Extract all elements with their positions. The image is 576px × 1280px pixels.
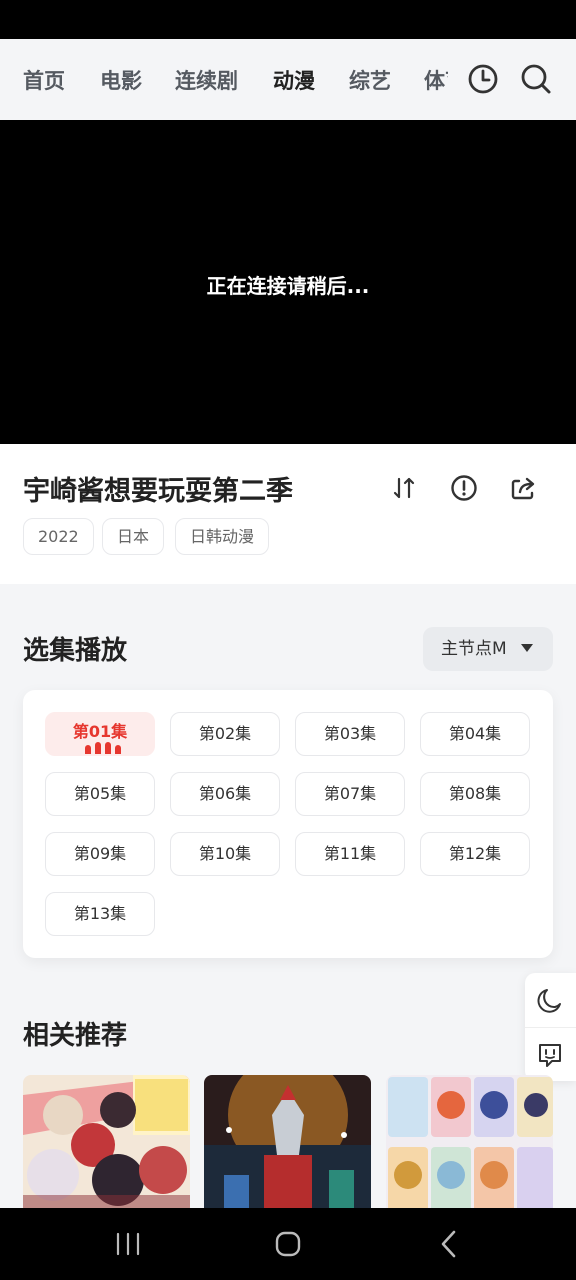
- report-icon[interactable]: [449, 473, 479, 503]
- divider: [525, 1027, 576, 1028]
- home-icon[interactable]: [270, 1226, 306, 1262]
- source-select[interactable]: 主节点M: [423, 627, 553, 671]
- share-icon[interactable]: [508, 473, 538, 503]
- episodes-section-title: 选集播放: [23, 636, 128, 666]
- recommend-poster[interactable]: [386, 1075, 553, 1215]
- episode-button[interactable]: 第06集: [170, 772, 280, 816]
- episode-button[interactable]: 第12集: [420, 832, 530, 876]
- system-nav-bar: [0, 1208, 576, 1280]
- episode-button[interactable]: 第10集: [170, 832, 280, 876]
- recommend-poster[interactable]: [204, 1075, 371, 1215]
- category-tabs: 首页 电影 连续剧 动漫 综艺 体育: [0, 39, 448, 120]
- episode-button[interactable]: 第07集: [295, 772, 405, 816]
- feedback-icon[interactable]: [535, 1040, 565, 1070]
- player-status-message: 正在连接请稍后...: [206, 274, 370, 298]
- recommend-section-title: 相关推荐: [23, 1021, 128, 1051]
- app-screen: 首页 电影 连续剧 动漫 综艺 体育 正在连接请稍后... 宇崎酱想要玩耍第二季: [0, 0, 576, 1280]
- episode-button[interactable]: 第08集: [420, 772, 530, 816]
- search-icon[interactable]: [518, 61, 554, 97]
- recent-apps-icon[interactable]: [110, 1226, 146, 1262]
- video-info: 宇崎酱想要玩耍第二季 2022 日本 日韩动漫: [0, 444, 576, 584]
- top-nav: 首页 电影 连续剧 动漫 综艺 体育: [0, 39, 576, 120]
- tab-home[interactable]: 首页: [23, 65, 65, 95]
- episode-button[interactable]: 第11集: [295, 832, 405, 876]
- tag-year[interactable]: 2022: [23, 518, 94, 555]
- tab-series[interactable]: 连续剧: [175, 65, 238, 95]
- tab-variety[interactable]: 综艺: [349, 65, 391, 95]
- video-title: 宇崎酱想要玩耍第二季: [23, 476, 293, 507]
- episode-button[interactable]: 第13集: [45, 892, 155, 936]
- episode-button[interactable]: 第04集: [420, 712, 530, 756]
- episode-button[interactable]: 第05集: [45, 772, 155, 816]
- episode-button[interactable]: 第03集: [295, 712, 405, 756]
- episode-button[interactable]: 第02集: [170, 712, 280, 756]
- tag-region[interactable]: 日本: [102, 518, 165, 555]
- source-label: 主节点M: [441, 639, 507, 659]
- playing-indicator-icon: [85, 742, 121, 754]
- tab-sports[interactable]: 体育: [424, 65, 448, 95]
- clock-icon[interactable]: [465, 61, 501, 97]
- episode-button[interactable]: 第09集: [45, 832, 155, 876]
- caret-down-icon: [521, 644, 533, 652]
- back-icon[interactable]: [432, 1226, 468, 1262]
- episode-list: 第01集 第02集 第03集 第04集 第05集 第06集 第07集 第08集 …: [23, 690, 553, 958]
- video-player[interactable]: 正在连接请稍后...: [0, 120, 576, 444]
- episode-button-active[interactable]: 第01集: [45, 712, 155, 756]
- tag-genre[interactable]: 日韩动漫: [175, 518, 270, 555]
- sort-icon[interactable]: [389, 473, 419, 503]
- floating-toolbar: [525, 973, 576, 1081]
- recommend-poster[interactable]: [23, 1075, 190, 1215]
- tab-movies[interactable]: 电影: [100, 65, 142, 95]
- moon-icon[interactable]: [535, 985, 565, 1015]
- status-bar: [0, 0, 576, 39]
- tab-anime[interactable]: 动漫: [273, 65, 315, 95]
